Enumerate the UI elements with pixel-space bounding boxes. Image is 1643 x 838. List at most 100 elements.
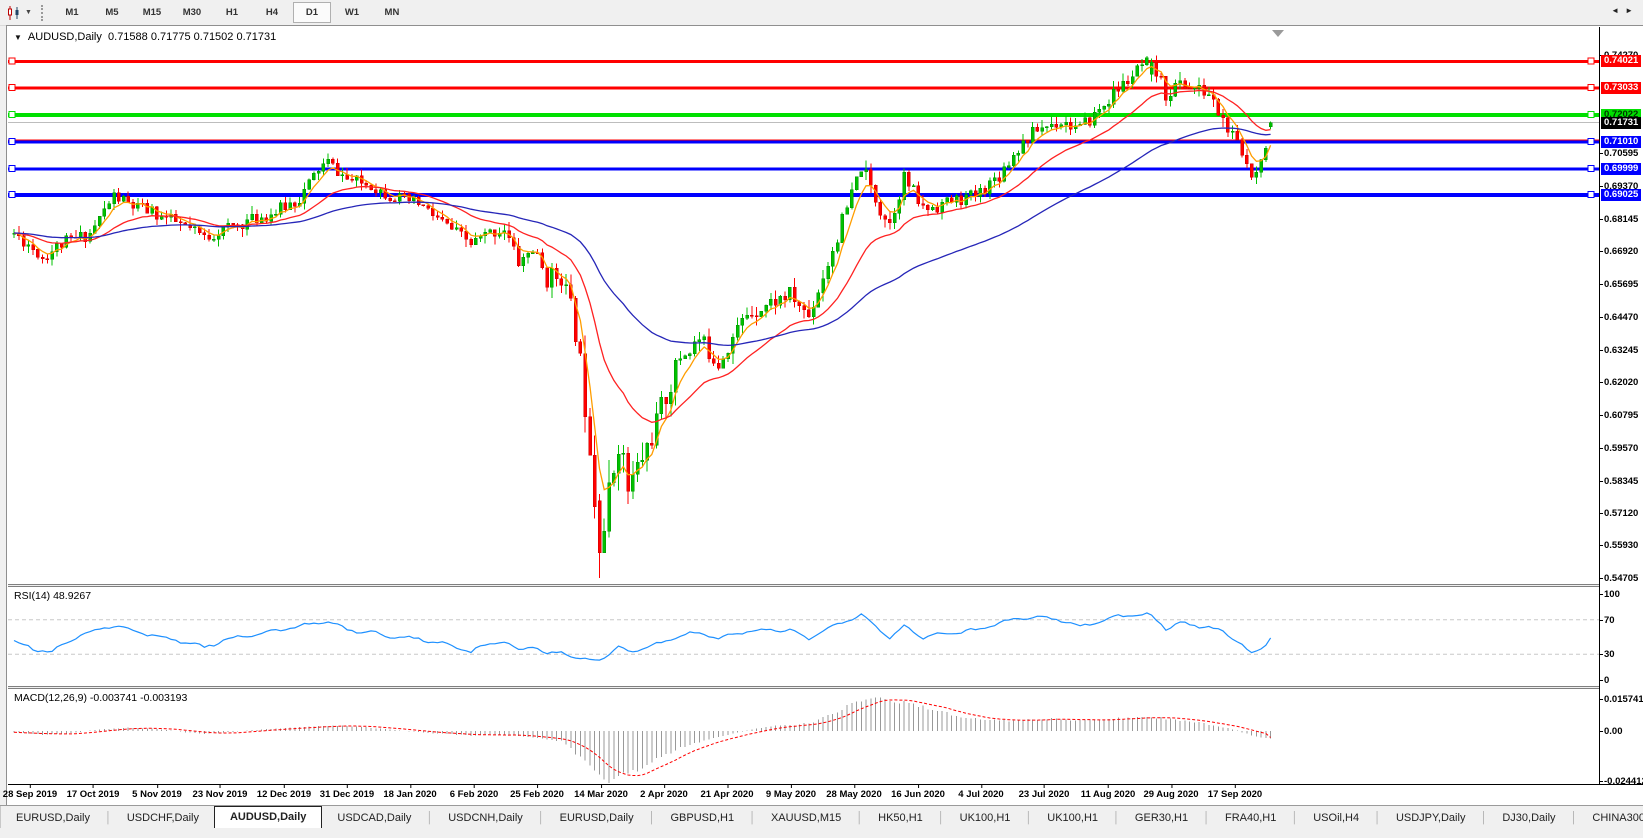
- timeframe-toolbar: ▼ M1 M5 M15 M30 H1 H4 D1 W1 MN: [0, 0, 1643, 26]
- line-handle[interactable]: [1587, 110, 1595, 118]
- rsi-tick: 30: [1599, 649, 1615, 660]
- timeframe-button-H1[interactable]: H1: [213, 2, 251, 23]
- tab-usdcnh-daily[interactable]: USDCNH,Daily: [433, 809, 538, 828]
- mt4-window: ▼ M1 M5 M15 M30 H1 H4 D1 W1 MN ▼ AUDUSD,Daily 0.7…: [0, 0, 1643, 838]
- hline-0.73033[interactable]: [8, 83, 1599, 91]
- tab-separator: │: [937, 812, 945, 824]
- line-handle[interactable]: [8, 83, 16, 91]
- price-tick: 0.66920: [1598, 246, 1639, 257]
- hline-0.74021[interactable]: [8, 57, 1599, 65]
- line-handle[interactable]: [8, 110, 16, 118]
- tab-separator: │: [1025, 812, 1033, 824]
- date-label: 25 Feb 2020: [510, 785, 564, 800]
- tab-separator: │: [104, 812, 112, 824]
- price-tick: 0.62020: [1598, 377, 1639, 388]
- tab-usdchf-daily[interactable]: USDCHF,Daily: [112, 809, 214, 828]
- date-label: 23 Jul 2020: [1018, 785, 1070, 800]
- timeframe-button-W1[interactable]: W1: [333, 2, 371, 23]
- price-tick: 0.55930: [1598, 540, 1639, 551]
- time-axis[interactable]: 28 Sep 2019 17 Oct 2019 5 Nov 2019 23 Nov 2…: [3, 784, 1643, 806]
- price-line-label: 0.71010: [1601, 136, 1642, 148]
- tab-dj30-daily[interactable]: DJ30,Daily: [1487, 809, 1570, 828]
- timeframe-button-MN[interactable]: MN: [373, 2, 411, 23]
- price-line-label: 0.73033: [1601, 82, 1642, 94]
- date-label: 28 May 2020: [826, 785, 882, 800]
- tab-eurusd-daily[interactable]: EURUSD,Daily: [1, 809, 105, 828]
- line-handle[interactable]: [1587, 57, 1595, 65]
- date-label: 12 Dec 2019: [256, 785, 312, 800]
- timeframe-button-M5[interactable]: M5: [93, 2, 131, 23]
- price-tick: 0.57120: [1598, 508, 1639, 519]
- candlesticks: [12, 55, 1273, 579]
- rsi-tick: 100: [1599, 589, 1620, 600]
- chart-type-icon[interactable]: [4, 4, 24, 22]
- line-handle[interactable]: [8, 138, 16, 145]
- chart-shift-marker-icon[interactable]: [1272, 30, 1284, 37]
- price-tick: 0.70595: [1598, 148, 1639, 159]
- hline-0.69025[interactable]: [8, 191, 1599, 199]
- tab-separator: │: [1291, 812, 1299, 824]
- macd-canvas[interactable]: [8, 689, 1599, 784]
- timeframe-button-M30[interactable]: M30: [173, 2, 211, 23]
- hline-0.7101[interactable]: [8, 138, 1599, 145]
- tab-separator: │: [426, 812, 434, 824]
- chart-type-dropdown-caret[interactable]: ▼: [25, 9, 32, 16]
- tab-separator: │: [1480, 812, 1488, 824]
- macd-tick: 0.00: [1599, 726, 1623, 737]
- candlestick-icon: [8, 5, 19, 20]
- price-tick: 0.58345: [1598, 476, 1639, 487]
- rsi-canvas[interactable]: [8, 587, 1599, 686]
- tab-uk100-h1[interactable]: UK100,H1: [945, 809, 1026, 828]
- symbol-label: AUDUSD,Daily: [27, 31, 102, 43]
- line-handle[interactable]: [1587, 83, 1595, 91]
- macd-panel[interactable]: [8, 689, 1599, 784]
- tab-usoil-h4[interactable]: USOil,H4: [1298, 809, 1374, 828]
- tab-separator: │: [648, 812, 656, 824]
- line-handle[interactable]: [1587, 165, 1595, 172]
- macd-indicator-label: MACD(12,26,9) -0.003741 -0.003193: [14, 692, 188, 704]
- date-label: 2 Apr 2020: [640, 785, 688, 800]
- tab-separator: │: [856, 812, 864, 824]
- moving-average-60: [13, 127, 1271, 347]
- rsi-panel[interactable]: [8, 587, 1599, 686]
- line-handle[interactable]: [1587, 138, 1595, 145]
- price-tick: 0.59570: [1598, 443, 1639, 454]
- hline-0.69999[interactable]: [8, 165, 1599, 172]
- tab-fra40-h1[interactable]: FRA40,H1: [1210, 809, 1291, 828]
- timeframe-button-H4[interactable]: H4: [253, 2, 291, 23]
- line-handle[interactable]: [8, 165, 16, 172]
- hline-0.72022[interactable]: [8, 110, 1599, 118]
- timeframe-button-M1[interactable]: M1: [53, 2, 91, 23]
- tab-hk50-h1[interactable]: HK50,H1: [863, 809, 938, 828]
- tab-usdcad-daily[interactable]: USDCAD,Daily: [322, 809, 426, 828]
- tab-gbpusd-h1[interactable]: GBPUSD,H1: [656, 809, 750, 828]
- tab-china300-h1[interactable]: CHINA300,H1: [1577, 809, 1643, 828]
- line-handle[interactable]: [8, 191, 16, 199]
- tab-xauusd-m15[interactable]: XAUUSD,M15: [756, 809, 856, 828]
- tab-uk100-h1[interactable]: UK100,H1: [1032, 809, 1113, 828]
- main-chart-canvas[interactable]: [8, 27, 1599, 584]
- line-handle[interactable]: [8, 57, 16, 65]
- collapse-caret-icon: ▼: [14, 33, 22, 42]
- line-handle[interactable]: [1587, 191, 1595, 199]
- timeframe-button-D1[interactable]: D1: [292, 2, 331, 23]
- tab-audusd-daily[interactable]: AUDUSD,Daily: [213, 806, 323, 828]
- price-line-label: 0.69025: [1601, 189, 1642, 201]
- chart-tab-bar: EURUSD,Daily │ USDCHF,Daily AUDUSD,Daily USD…: [0, 805, 1643, 828]
- tab-separator: │: [1203, 812, 1210, 824]
- main-price-panel[interactable]: [8, 27, 1599, 584]
- tab-eurusd-daily[interactable]: EURUSD,Daily: [545, 809, 649, 828]
- tab-scroll-right-arrow[interactable]: ►: [1625, 6, 1639, 15]
- tab-ger30-h1[interactable]: GER30,H1: [1120, 809, 1203, 828]
- toolbar-grip[interactable]: [40, 4, 43, 21]
- tab-scroll-left-arrow[interactable]: ◄: [1611, 6, 1625, 15]
- rsi-tick: 0: [1598, 675, 1610, 686]
- tab-separator: │: [749, 812, 756, 824]
- price-axis[interactable]: 0.742700.705950.693700.681450.669200.656…: [1598, 27, 1643, 787]
- price-line-label: 0.74021: [1601, 55, 1642, 67]
- date-label: 4 Jul 2020: [958, 785, 1004, 800]
- tab-usdjpy-daily[interactable]: USDJPY,Daily: [1381, 809, 1481, 828]
- timeframe-button-M15[interactable]: M15: [133, 2, 171, 23]
- price-tick: 0.54705: [1598, 573, 1639, 584]
- chart-title: ▼ AUDUSD,Daily 0.71588 0.71775 0.71502 0.…: [14, 31, 276, 43]
